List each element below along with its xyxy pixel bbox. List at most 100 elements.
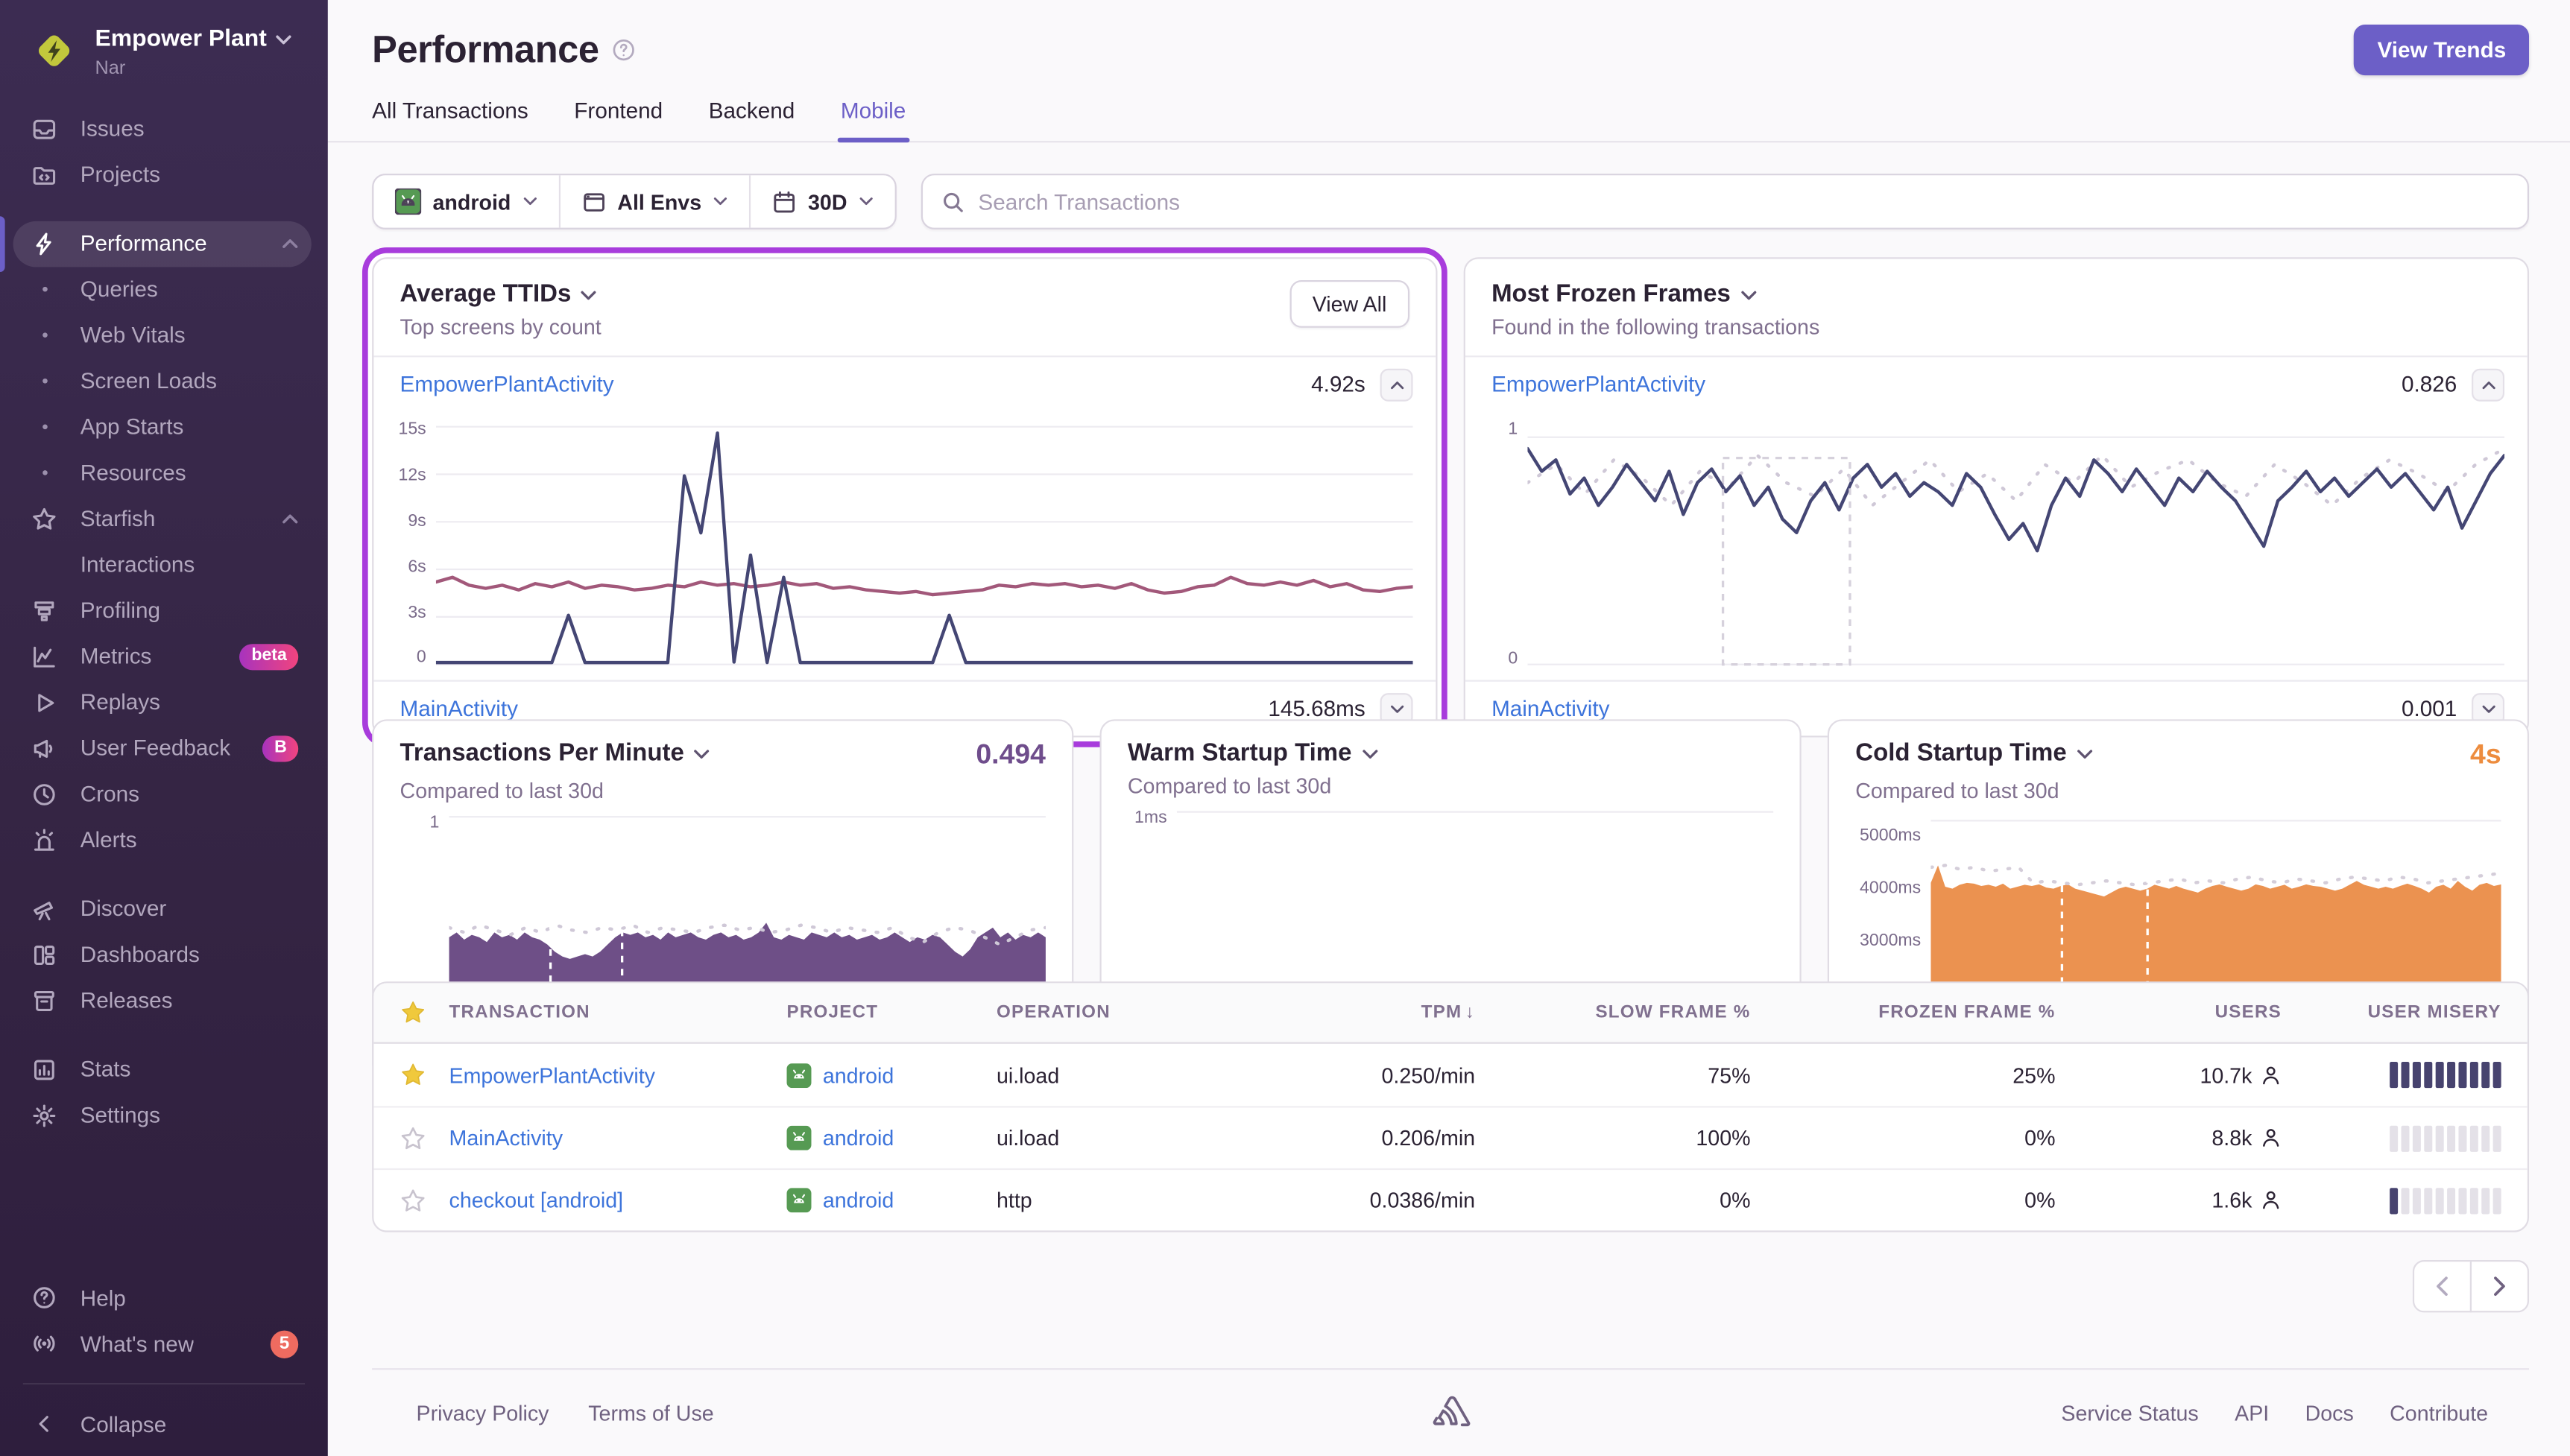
- page-footer: Privacy Policy Terms of Use Service Statu…: [372, 1368, 2530, 1456]
- chevron-down-icon[interactable]: [1740, 289, 1757, 300]
- project-link[interactable]: android: [823, 1126, 894, 1150]
- transaction-link[interactable]: MainActivity: [449, 1126, 563, 1150]
- collapse-row-button[interactable]: [2472, 367, 2505, 401]
- frozen-frame-cell: 25%: [2012, 1063, 2056, 1088]
- y-axis-labels: 10: [1478, 421, 1527, 667]
- footer-link-contribute[interactable]: Contribute: [2390, 1401, 2488, 1425]
- column-header-project[interactable]: PROJECT: [787, 1003, 997, 1022]
- sidebar-item-label: Interactions: [80, 552, 195, 577]
- collapse-row-button[interactable]: [1380, 367, 1413, 401]
- sidebar-item-web-vitals[interactable]: Web Vitals: [13, 313, 312, 359]
- sidebar-item-crons[interactable]: Crons: [13, 771, 312, 817]
- tab-frontend[interactable]: Frontend: [574, 98, 663, 141]
- view-trends-button[interactable]: View Trends: [2354, 24, 2530, 76]
- chevron-down-icon[interactable]: [581, 289, 598, 300]
- sidebar-item-what-s-new[interactable]: What's new 5: [13, 1320, 312, 1367]
- sidebar-item-help[interactable]: Help: [13, 1275, 312, 1321]
- next-page-button[interactable]: [2469, 1260, 2530, 1313]
- sidebar-item-replays[interactable]: Replays: [13, 680, 312, 726]
- transaction-link[interactable]: checkout [android]: [449, 1188, 624, 1212]
- sidebar-item-alerts[interactable]: Alerts: [13, 817, 312, 864]
- star-toggle[interactable]: [400, 1187, 449, 1213]
- sidebar-item-performance[interactable]: Performance: [0, 216, 312, 272]
- transaction-link[interactable]: MainActivity: [1491, 697, 1609, 721]
- chevron-down-icon[interactable]: [694, 748, 710, 759]
- warm-startup-title: Warm Startup Time: [1128, 739, 1378, 767]
- transaction-link[interactable]: MainActivity: [400, 697, 518, 721]
- sidebar-item-starfish[interactable]: Starfish: [13, 496, 312, 542]
- footer-link-api[interactable]: API: [2235, 1401, 2269, 1425]
- frozen-top-value: 0.826: [2401, 372, 2457, 397]
- sidebar-item-app-starts[interactable]: App Starts: [13, 405, 312, 451]
- sidebar-item-issues[interactable]: Issues: [13, 107, 312, 153]
- sidebar-item-metrics[interactable]: Metrics beta: [13, 634, 312, 680]
- column-header-slow-frame[interactable]: SLOW FRAME %: [1475, 1003, 1750, 1022]
- sidebar-item-discover[interactable]: Discover: [13, 886, 312, 932]
- footer-link-privacy-policy[interactable]: Privacy Policy: [417, 1401, 549, 1425]
- org-switcher[interactable]: Empower Plant Nar: [0, 0, 328, 80]
- most-frozen-frames-card: Most Frozen Frames Found in the followin…: [1463, 257, 2530, 738]
- footer-link-docs[interactable]: Docs: [2305, 1401, 2354, 1425]
- sidebar-item-stats[interactable]: Stats: [13, 1047, 312, 1093]
- search-input[interactable]: [978, 189, 2510, 214]
- chevron-down-icon[interactable]: [2077, 748, 2093, 759]
- mid-widgets-row: Transactions Per Minute 0.494 Compared t…: [372, 719, 2530, 1078]
- sidebar-item-user-feedback[interactable]: User Feedback B: [13, 726, 312, 772]
- column-header-transaction[interactable]: TRANSACTION: [449, 1003, 787, 1022]
- column-header-operation[interactable]: OPERATION: [997, 1003, 1259, 1022]
- tab-mobile[interactable]: Mobile: [837, 98, 909, 143]
- sidebar-item-releases[interactable]: Releases: [13, 978, 312, 1025]
- bullet-icon: [31, 414, 57, 440]
- slow-frame-cell: 100%: [1696, 1125, 1751, 1150]
- transaction-link[interactable]: EmpowerPlantActivity: [449, 1063, 655, 1087]
- sidebar-item-settings[interactable]: Settings: [13, 1092, 312, 1139]
- environment-filter[interactable]: All Envs: [558, 175, 749, 228]
- cold-startup-subtitle: Compared to last 30d: [1855, 778, 2059, 803]
- project-link[interactable]: android: [823, 1063, 894, 1087]
- star-icon: [31, 506, 57, 532]
- chevron-down-icon[interactable]: [1362, 748, 1378, 759]
- sidebar-item-label: Screen Loads: [80, 369, 217, 394]
- transaction-link[interactable]: EmpowerPlantActivity: [400, 372, 614, 396]
- footer-link-terms-of-use[interactable]: Terms of Use: [588, 1401, 713, 1425]
- collapse-icon: [31, 1411, 57, 1437]
- sidebar-item-resources[interactable]: Resources: [13, 450, 312, 496]
- most-frozen-frames-title: Most Frozen Frames: [1491, 280, 1819, 308]
- previous-page-button[interactable]: [2412, 1260, 2472, 1313]
- y-tick-label: 1: [1508, 419, 1518, 440]
- star-toggle[interactable]: [400, 1125, 449, 1151]
- footer-link-service-status[interactable]: Service Status: [2061, 1401, 2198, 1425]
- y-axis-labels: 15s 12s 9s 6s 3s 0: [387, 421, 436, 667]
- sidebar-item-profiling[interactable]: Profiling: [13, 588, 312, 634]
- badge-5: 5: [270, 1329, 299, 1358]
- help-circle-icon[interactable]: [612, 38, 637, 63]
- sidebar-item-label: Performance: [80, 231, 207, 256]
- sidebar-item-label: Metrics: [80, 645, 152, 670]
- column-header-frozen-frame[interactable]: FROZEN FRAME %: [1751, 1003, 2056, 1022]
- column-header-star[interactable]: [400, 999, 449, 1025]
- star-toggle[interactable]: [400, 1062, 449, 1088]
- column-header-tpm[interactable]: TPM ↓: [1259, 1003, 1475, 1022]
- badge-beta: beta: [239, 643, 299, 671]
- column-header-user-misery[interactable]: USER MISERY: [2282, 1003, 2501, 1022]
- project-filter[interactable]: android: [373, 175, 558, 227]
- date-range-filter[interactable]: 30D: [748, 175, 894, 228]
- user-misery-bars: [2282, 1124, 2501, 1151]
- sidebar-item-label: Starfish: [80, 507, 156, 532]
- tpm-cell: 0.0386/min: [1369, 1188, 1476, 1213]
- project-link[interactable]: android: [823, 1188, 894, 1212]
- view-all-button[interactable]: View All: [1289, 280, 1410, 328]
- column-header-users[interactable]: USERS: [2056, 1003, 2282, 1022]
- sidebar-item-screen-loads[interactable]: Screen Loads: [13, 358, 312, 405]
- tab-all-transactions[interactable]: All Transactions: [372, 98, 528, 141]
- sidebar-item-label: Help: [80, 1285, 126, 1311]
- sidebar-item-dashboards[interactable]: Dashboards: [13, 932, 312, 978]
- transaction-link[interactable]: EmpowerPlantActivity: [1491, 372, 1705, 396]
- sidebar-item-queries[interactable]: Queries: [13, 267, 312, 313]
- android-project-icon: [786, 1063, 812, 1088]
- sidebar-item-interactions[interactable]: Interactions: [13, 542, 312, 589]
- org-name: Empower Plant: [95, 26, 267, 53]
- sidebar-item-collapse[interactable]: Collapse: [13, 1401, 312, 1447]
- tab-backend[interactable]: Backend: [709, 98, 795, 141]
- sidebar-item-projects[interactable]: Projects: [13, 152, 312, 198]
